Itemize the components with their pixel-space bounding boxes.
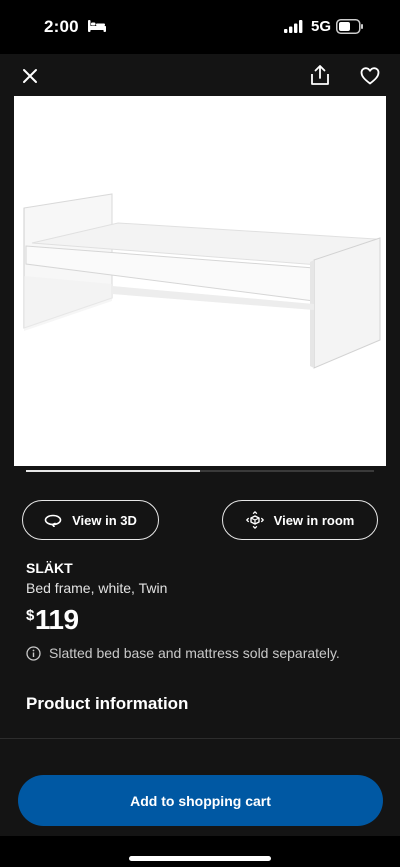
- info-icon: [26, 645, 41, 661]
- view-in-room-label: View in room: [273, 512, 355, 528]
- view-in-3d-label: View in 3D: [72, 512, 137, 528]
- favorite-button[interactable]: [358, 64, 382, 88]
- share-icon: [311, 65, 329, 85]
- close-icon: [23, 69, 37, 83]
- close-button[interactable]: [19, 65, 41, 87]
- battery-icon: [336, 19, 363, 34]
- status-time: 2:00: [44, 17, 79, 36]
- add-to-cart-label: Add to shopping cart: [130, 792, 271, 809]
- product-description: Bed frame, white, Twin: [26, 580, 168, 596]
- heart-icon: [360, 67, 380, 85]
- ar-cube-icon: [245, 511, 264, 529]
- bed-icon: [88, 20, 106, 32]
- status-bar: 2:00 5G: [0, 0, 400, 54]
- product-screen: 2:00 5G View in 3D View in room SLÄKT Be…: [0, 0, 400, 867]
- share-button[interactable]: [308, 63, 332, 87]
- carousel-progress-track: [26, 470, 374, 472]
- view-in-3d-button[interactable]: View in 3D: [22, 500, 159, 540]
- view-in-room-button[interactable]: View in room: [222, 500, 378, 540]
- carousel-progress-indicator: [26, 470, 200, 472]
- network-label: 5G: [311, 18, 332, 35]
- add-to-cart-button[interactable]: Add to shopping cart: [18, 775, 383, 826]
- bottom-safe-area: [0, 836, 400, 867]
- notice-text: Slatted bed base and mattress sold separ…: [49, 645, 340, 661]
- price-amount: 119: [34, 604, 79, 635]
- 3d-rotate-icon: [44, 514, 62, 527]
- product-information-header[interactable]: Product information: [26, 694, 188, 714]
- price-currency: $: [26, 607, 34, 624]
- app-bar: [0, 54, 400, 96]
- product-price: $ 119: [26, 604, 79, 636]
- product-name: SLÄKT: [26, 560, 73, 576]
- product-image[interactable]: [14, 96, 386, 466]
- home-indicator[interactable]: [129, 856, 271, 861]
- assembly-notice: Slatted bed base and mattress sold separ…: [26, 645, 340, 661]
- product-content: View in 3D View in room SLÄKT Bed frame,…: [0, 96, 400, 867]
- section-divider: [0, 738, 400, 739]
- signal-icon: [284, 20, 303, 33]
- bed-frame-image: [23, 193, 381, 369]
